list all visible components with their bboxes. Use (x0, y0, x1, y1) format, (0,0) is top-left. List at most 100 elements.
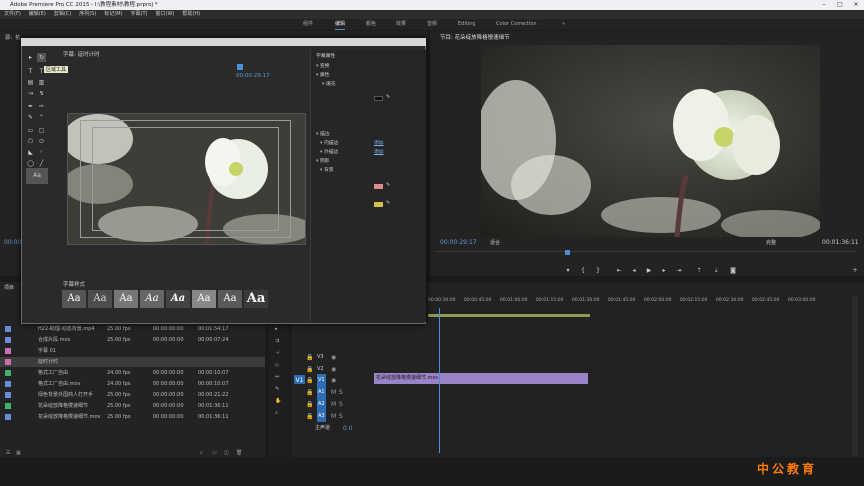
texture-color-swatch[interactable] (374, 202, 383, 207)
mute-icon[interactable]: M (331, 411, 339, 420)
master-volume[interactable]: 0.0 (343, 423, 353, 432)
add-button-icon[interactable]: + (848, 266, 862, 275)
solo-icon[interactable]: S (339, 387, 347, 396)
vertical-path-type-icon[interactable]: ↯ (37, 89, 46, 98)
workspace-editing[interactable]: 编辑 (335, 19, 346, 30)
prop-stroke[interactable]: 描边 (316, 130, 330, 137)
eye-icon[interactable]: ◉ (331, 364, 339, 373)
hand-tool-icon[interactable]: ✋ (275, 398, 281, 404)
add-inner-stroke-link[interactable]: 添加 (374, 139, 384, 146)
style-swatch[interactable]: Aa (62, 290, 86, 308)
fit-dropdown[interactable]: 适合 (490, 239, 500, 246)
prop-properties[interactable]: 属性 (316, 71, 330, 78)
prop-outer-stroke[interactable]: 外描边 (320, 148, 338, 155)
delete-anchor-icon[interactable]: ✑ (37, 102, 46, 111)
solo-icon[interactable]: S (339, 411, 347, 420)
mute-icon[interactable]: M (331, 399, 339, 408)
workspace-color[interactable]: 颜色 (366, 19, 376, 30)
list-view-icon[interactable]: ☰ (6, 450, 10, 456)
style-swatch[interactable]: Aa (114, 290, 138, 308)
track-header-v3[interactable]: 🔒 V3 ◉ (291, 351, 371, 363)
arc-tool-icon[interactable]: ◜ (37, 148, 46, 157)
step-back-icon[interactable]: ◂ (627, 266, 641, 275)
step-forward-icon[interactable]: ▸ (657, 266, 671, 275)
rotation-tool-icon[interactable]: ↻ (37, 53, 46, 62)
maximize-button[interactable]: □ (832, 0, 848, 10)
lock-icon[interactable]: 🔒 (306, 375, 314, 384)
list-item[interactable]: 绿色背景外国商人打开手 25.00 fps 00:00:00:00 00:00:21:… (0, 390, 265, 400)
workspace-effects[interactable]: 效果 (396, 19, 406, 30)
search-icon[interactable]: ⌕ (200, 450, 203, 456)
type-tool-icon[interactable]: T (26, 67, 35, 76)
timeline-scrollbar[interactable] (852, 296, 858, 456)
background-video-toggle-icon[interactable] (237, 64, 243, 70)
lock-icon[interactable]: 🔒 (306, 411, 314, 420)
pen-tool-icon[interactable]: ✒ (26, 102, 35, 111)
minimize-button[interactable]: – (816, 0, 832, 10)
ripple-edit-tool-icon[interactable]: ⊣ (275, 350, 279, 356)
style-swatch[interactable]: Aa (244, 290, 268, 308)
add-outer-stroke-link[interactable]: 添加 (374, 148, 384, 155)
highlight-color-swatch[interactable] (374, 184, 383, 189)
timeline-ruler[interactable]: 00:00:30:00 00:00:45:00 00:01:00:00 00:0… (428, 298, 828, 308)
program-playhead[interactable] (565, 250, 570, 255)
style-swatch[interactable]: Aa (166, 290, 190, 308)
track-header-a3[interactable]: 🔒 A3 M S (291, 410, 371, 422)
menu-sequence[interactable]: 序列(S) (75, 10, 100, 19)
menu-title[interactable]: 字幕(T) (127, 10, 152, 19)
eyedropper-icon[interactable]: ✎ (386, 200, 390, 206)
list-item[interactable]: 格式工厂自由.mov 24.00 fps 00:00:00:00 00:00:10:0… (0, 379, 265, 389)
program-timecode[interactable]: 00:00:29:17 (440, 239, 477, 246)
project-tab-label[interactable]: 项目 (4, 284, 14, 291)
track-header-master[interactable]: 主声道 0.0 (291, 422, 371, 434)
mark-in-icon[interactable]: { (576, 266, 590, 275)
menu-file[interactable]: 文件(F) (0, 10, 25, 19)
fill-color-swatch[interactable] (374, 96, 383, 101)
workspace-editing-en[interactable]: Editing (458, 19, 475, 30)
program-ruler[interactable] (436, 251, 856, 260)
workspace-audio[interactable]: 音频 (427, 19, 437, 30)
prop-transform[interactable]: 变换 (316, 62, 330, 69)
lock-icon[interactable]: 🔒 (306, 364, 314, 373)
title-timecode[interactable]: 00:00:29:17 (236, 73, 270, 79)
zoom-tool-icon[interactable]: ⌕ (275, 410, 278, 416)
work-area-bar[interactable] (428, 314, 590, 317)
convert-anchor-icon[interactable]: ⌃ (37, 113, 46, 122)
eyedropper-icon[interactable]: ✎ (386, 94, 390, 100)
menu-marker[interactable]: 标记(M) (100, 10, 126, 19)
list-item[interactable]: 花朵绽放降格慢速细节 25.00 fps 00:00:00:00 00:01:36:1… (0, 401, 265, 411)
lock-icon[interactable]: 🔒 (306, 352, 314, 361)
rectangle-tool-icon[interactable]: ▭ (26, 126, 35, 135)
new-item-icon[interactable]: ◫ (224, 450, 229, 456)
workspace-overflow-icon[interactable]: » (562, 19, 565, 30)
track-header-a1[interactable]: 🔒 A1 M S (291, 386, 371, 398)
list-item[interactable]: 格式工厂自由 24.00 fps 00:00:00:00 00:00:10:07 (0, 368, 265, 378)
menu-clip[interactable]: 剪辑(C) (50, 10, 75, 19)
timeline-clip[interactable]: 花朵绽放降格慢速细节.mov (374, 373, 588, 384)
selection-tool-icon[interactable]: ▸ (275, 326, 278, 332)
list-item-selected[interactable]: 延时计时 (0, 357, 265, 367)
lock-icon[interactable]: 🔒 (306, 387, 314, 396)
workspace-assembly[interactable]: 组件 (303, 19, 313, 30)
menu-window[interactable]: 窗口(W) (152, 10, 179, 19)
go-to-in-icon[interactable]: ⇤ (612, 266, 626, 275)
timeline-playhead-line[interactable] (439, 308, 440, 453)
menu-edit[interactable]: 编辑(E) (25, 10, 50, 19)
clipped-rect-tool-icon[interactable]: ⬠ (26, 137, 35, 146)
go-to-out-icon[interactable]: ⇥ (672, 266, 686, 275)
extract-icon[interactable]: ⇣ (709, 266, 723, 275)
vertical-area-type-icon[interactable]: ▥ (37, 78, 46, 87)
track-select-tool-icon[interactable]: ⇉ (275, 338, 279, 344)
style-swatch[interactable]: Aa (218, 290, 242, 308)
icon-view-icon[interactable]: ▦ (16, 450, 21, 456)
source-patch-v1[interactable]: V1 (294, 375, 305, 384)
style-swatch[interactable]: Aa (140, 290, 164, 308)
eyedropper-icon[interactable]: ✎ (386, 182, 390, 188)
dialog-title-bar[interactable] (21, 38, 426, 46)
list-item[interactable]: 花朵绽放降格慢速细节.mov 25.00 fps 00:00:00:00 00:01:… (0, 412, 265, 422)
eye-icon[interactable]: ◉ (331, 352, 339, 361)
prop-fill[interactable]: 填充 (322, 80, 336, 87)
lock-icon[interactable]: 🔒 (306, 399, 314, 408)
menu-help[interactable]: 帮助(H) (178, 10, 204, 19)
new-bin-icon[interactable]: ▭ (212, 450, 217, 456)
